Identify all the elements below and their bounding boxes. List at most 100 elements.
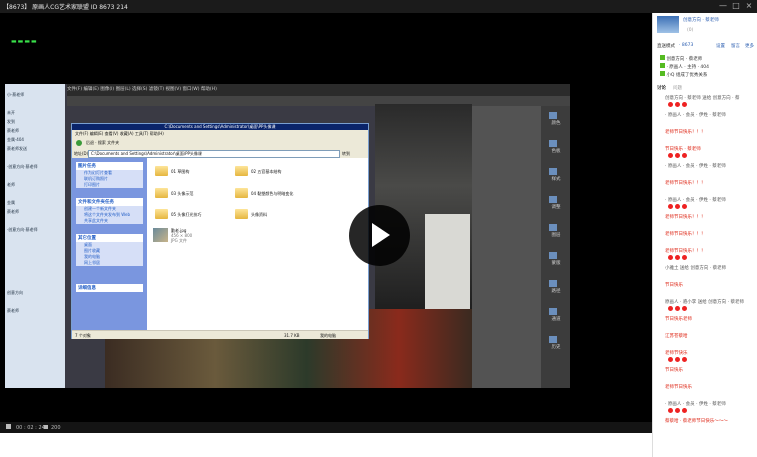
artwork-paper xyxy=(425,214,470,314)
folder-icon[interactable] xyxy=(235,166,248,176)
folder-icon[interactable] xyxy=(155,166,168,176)
folder-icon[interactable] xyxy=(155,188,168,198)
play-button[interactable] xyxy=(349,205,410,266)
chat-message: 老师节日快乐！！！ xyxy=(665,130,706,135)
panel-label: 调整 xyxy=(551,205,561,210)
folder-icon[interactable] xyxy=(235,209,248,219)
panel-icon xyxy=(549,196,557,203)
heart-icon xyxy=(668,153,673,158)
heart-icon xyxy=(682,306,687,311)
chat-message: 老师节快乐 xyxy=(665,351,688,356)
heart-icon xyxy=(682,204,687,209)
folder-icon[interactable] xyxy=(235,188,248,198)
file-label[interactable]: 头像资料 xyxy=(251,212,267,218)
user-list-item[interactable]: 创意方向 · 蔡老师 xyxy=(659,55,702,62)
window-title: 【8673】 原画人CG艺术家联盟 ID 8673 214 xyxy=(3,4,128,11)
task-item[interactable]: 打印图片 xyxy=(76,182,143,188)
heart-icon xyxy=(675,153,680,158)
go-button[interactable]: 转到 xyxy=(342,151,350,157)
live-indicator: ▬▬▬▬ xyxy=(11,38,38,45)
heart-icon xyxy=(682,408,687,413)
play-icon xyxy=(372,223,390,247)
link-settings[interactable]: 设置 xyxy=(716,43,725,49)
panel-icon xyxy=(549,280,557,287)
close-button[interactable]: × xyxy=(744,1,754,11)
heart-icon xyxy=(668,306,673,311)
chat-subtab[interactable]: 问题 xyxy=(673,85,682,91)
heart-icon xyxy=(668,408,673,413)
mode-value[interactable]: · 8673 xyxy=(679,43,693,48)
link-message[interactable]: 留言 xyxy=(731,43,740,49)
chat-message: 小雅土 送给 创意方向 · 蔡老师 xyxy=(665,266,727,271)
left-panel-line: 蔡老师发送 xyxy=(7,146,27,151)
heart-icon xyxy=(675,204,680,209)
status-location: 我的电脑 xyxy=(320,333,336,338)
panel-label: 通道 xyxy=(551,317,561,322)
maximize-button[interactable]: □ xyxy=(731,1,741,11)
task-item[interactable]: 网上邻居 xyxy=(76,260,143,266)
task-item[interactable]: 共享此文件夹 xyxy=(76,218,143,224)
chat-message: 老师节日快乐 xyxy=(665,385,692,390)
heart-icon xyxy=(682,357,687,362)
user-list-item[interactable]: · 原画人 · 主持 · 404 xyxy=(659,63,709,70)
ps-options-bar xyxy=(67,96,570,106)
task-header[interactable]: 图片任务 xyxy=(76,162,143,170)
mode-label: 直送模式 xyxy=(657,44,675,49)
task-box-details: 详细信息 xyxy=(76,284,143,292)
folder-icon[interactable] xyxy=(155,209,168,219)
explorer-window[interactable]: C:\Documents and Settings\Administrator\… xyxy=(71,123,369,339)
file-label[interactable]: 05 头像打光技巧 xyxy=(171,212,201,218)
link-more[interactable]: 更多 xyxy=(745,43,754,49)
left-panel-line: 蔡老师 xyxy=(7,209,19,214)
task-header[interactable]: 文件和文件夹任务 xyxy=(76,198,143,206)
chat-message: · 原画人 · 会员 · 伊姓 · 蔡老师 xyxy=(665,164,726,169)
left-panel-line: 蔡老师 xyxy=(7,308,19,313)
ps-menu-bar: 文件(F) 编辑(E) 图像(I) 图层(L) 选择(S) 滤镜(T) 视图(V… xyxy=(67,87,217,92)
file-label[interactable]: 04 黏塑颜色与明暗变化 xyxy=(251,191,293,197)
heart-icon xyxy=(675,255,680,260)
status-count: 7 个对象 xyxy=(75,333,91,338)
panel-label: 图层 xyxy=(551,233,561,238)
window-titlebar: 【8673】 原画人CG艺术家联盟 ID 8673 214 — □ × xyxy=(0,0,757,13)
toolbar-text[interactable]: 后退 · 搜索 文件夹 xyxy=(86,140,119,146)
user-list-item[interactable]: 小Q 组成了优秀关系 xyxy=(659,71,707,78)
chat-tab[interactable]: 讨论 xyxy=(657,85,666,91)
user-icon xyxy=(44,425,48,429)
explorer-menu: 文件(F) 编辑(E) 查看(V) 收藏(A) 工具(T) 帮助(H) xyxy=(72,130,368,137)
panel-icon xyxy=(549,140,557,147)
left-panel-line: 未开 xyxy=(7,110,15,115)
flower-icon xyxy=(660,63,665,68)
task-header[interactable]: 其它位置 xyxy=(76,234,143,242)
file-label[interactable]: 01 草图构 xyxy=(171,169,189,175)
address-input[interactable]: C:\Documents and Settings\Administrator\… xyxy=(88,150,340,158)
file-label[interactable]: 02 五官基本结构 xyxy=(251,169,281,175)
host-name[interactable]: 创意方向 · 蔡老师 xyxy=(683,17,719,23)
task-box-places: 其它位置 桌面 图片收藏 我的电脑 网上邻居 xyxy=(76,234,143,266)
chat-message: · 原画人 · 会员 · 伊姓 · 蔡老师 xyxy=(665,113,726,118)
panel-label: 路径 xyxy=(551,289,561,294)
left-panel-line: 老师 xyxy=(7,182,15,187)
file-label[interactable]: 03 头像示范 xyxy=(171,191,193,197)
chat-message: 老师节日快乐！！！ xyxy=(665,215,706,220)
chat-message: 老师节日快乐！！！ xyxy=(665,232,706,237)
task-header[interactable]: 详细信息 xyxy=(76,284,143,292)
explorer-task-pane: 图片任务 作为幻灯片查看 联机订购照片 打印图片 文件和文件夹任务 创建一个新文… xyxy=(72,158,147,330)
chat-message: · 原画人 · 会员 · 伊姓 · 蔡老师 xyxy=(665,402,726,407)
address-value: C:\Documents and Settings\Administrator\… xyxy=(91,151,202,156)
avatar[interactable] xyxy=(657,16,679,33)
panel-label: 历史 xyxy=(551,345,561,350)
heart-icon xyxy=(668,357,673,362)
heart-icon xyxy=(668,204,673,209)
left-panel-line: ·创意方向·蔡老师 xyxy=(7,227,38,232)
explorer-file-view[interactable]: 01 草图构 02 五官基本结构 03 头像示范 04 黏塑颜色与明暗变化 05… xyxy=(147,158,368,330)
heart-icon xyxy=(675,306,680,311)
chat-message: 节日快乐老师 xyxy=(665,317,692,322)
left-panel-line: 小·蔡老师 xyxy=(7,92,25,97)
back-icon[interactable] xyxy=(76,140,82,146)
panel-icon xyxy=(549,336,557,343)
panel-icon xyxy=(549,252,557,259)
bottom-strip xyxy=(0,433,652,457)
image-thumbnail-icon[interactable] xyxy=(153,228,168,242)
stop-icon[interactable] xyxy=(6,424,11,429)
minimize-button[interactable]: — xyxy=(718,1,728,11)
